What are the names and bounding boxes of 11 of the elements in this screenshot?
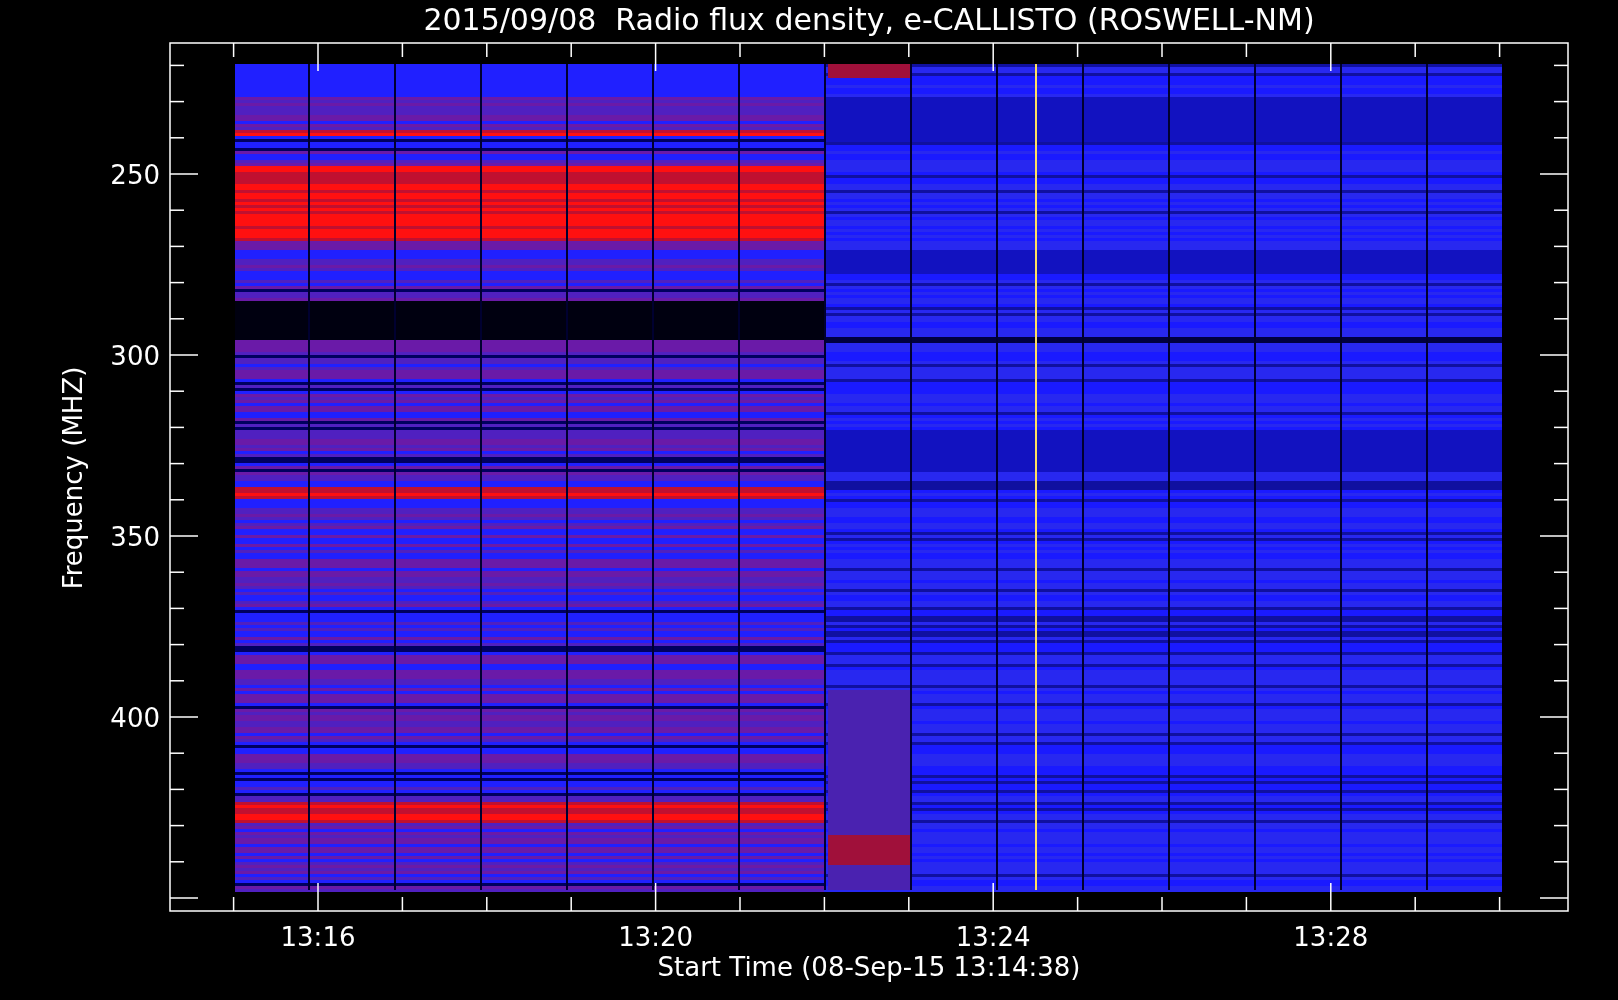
y-tick-label: 400 [110,703,160,733]
x-tick-label: 13:24 [955,922,1031,952]
x-tick-label: 13:20 [618,922,694,952]
y-tick-label: 300 [110,341,160,371]
x-tick-label: 13:28 [1293,922,1369,952]
x-axis-label: Start Time (08-Sep-15 13:14:38) [657,952,1081,982]
y-tick-label: 250 [110,160,160,190]
x-tick-label: 13:16 [280,922,356,952]
chart-title: 2015/09/08 Radio flux density, e-CALLISTO (ROSWELL-NM) [423,2,1315,37]
y-tick-label: 350 [110,522,160,552]
y-axis-label: Frequency (MHZ) [58,366,88,590]
